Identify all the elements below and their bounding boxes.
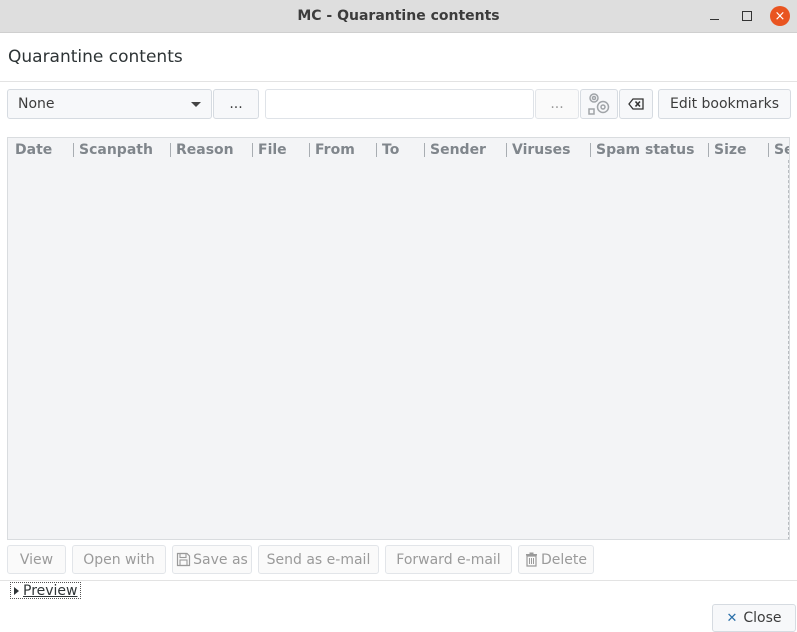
advanced-search-button[interactable] <box>580 89 618 119</box>
column-resize-guide <box>788 160 789 539</box>
divider <box>0 580 797 581</box>
column-header-from[interactable]: From <box>315 142 355 158</box>
chevron-down-icon <box>191 102 201 107</box>
column-separator[interactable] <box>73 143 74 157</box>
delete-label: Delete <box>541 551 587 568</box>
search-more-label: ... <box>550 96 564 112</box>
open-with-button[interactable]: Open with <box>72 545 166 574</box>
column-separator[interactable] <box>506 143 507 157</box>
send-as-email-button[interactable]: Send as e-mail <box>258 545 379 574</box>
search-more-button[interactable]: ... <box>535 89 579 119</box>
preview-expander[interactable]: Preview <box>10 582 81 599</box>
column-separator[interactable] <box>590 143 591 157</box>
column-separator[interactable] <box>309 143 310 157</box>
close-x-icon: ✕ <box>726 610 738 626</box>
search-input[interactable] <box>265 89 534 119</box>
window-title: MC - Quarantine contents <box>297 8 500 24</box>
view-label: View <box>19 551 54 568</box>
save-as-label: Save as <box>193 551 248 568</box>
column-header-scanpath[interactable]: Scanpath <box>79 142 153 158</box>
divider <box>0 81 797 82</box>
column-header-sender[interactable]: Sender <box>430 142 486 158</box>
maximize-button[interactable] <box>737 6 757 26</box>
window-close-button[interactable]: × <box>770 6 790 26</box>
filter-select-value: None <box>18 96 55 112</box>
clear-search-button[interactable] <box>619 89 653 119</box>
table-header: Date Scanpath Reason File From To Sender… <box>8 138 789 164</box>
delete-button[interactable]: Delete <box>518 545 594 574</box>
edit-bookmarks-button[interactable]: Edit bookmarks <box>658 89 791 119</box>
edit-bookmarks-label: Edit bookmarks <box>669 96 780 112</box>
column-separator[interactable] <box>424 143 425 157</box>
filter-more-label: ... <box>229 96 243 112</box>
title-bar: MC - Quarantine contents × <box>0 0 797 33</box>
maximize-icon <box>742 11 752 21</box>
column-separator[interactable] <box>376 143 377 157</box>
column-header-size[interactable]: Size <box>714 142 747 158</box>
minimize-button[interactable] <box>704 6 724 26</box>
save-icon <box>177 552 191 567</box>
backspace-icon <box>628 98 644 110</box>
close-label: Close <box>743 610 782 626</box>
column-header-viruses[interactable]: Viruses <box>512 142 570 158</box>
page-title: Quarantine contents <box>8 47 183 67</box>
column-header-to[interactable]: To <box>382 142 399 158</box>
preview-label: Preview <box>23 582 78 599</box>
column-separator[interactable] <box>252 143 253 157</box>
view-button[interactable]: View <box>7 545 66 574</box>
forward-email-label: Forward e-mail <box>396 551 501 568</box>
close-button[interactable]: ✕ Close <box>712 604 796 632</box>
expand-arrow-icon <box>14 586 19 595</box>
column-header-date[interactable]: Date <box>15 142 52 158</box>
open-with-label: Open with <box>83 551 155 568</box>
column-header-sender-truncated[interactable]: Se <box>774 142 789 158</box>
column-header-file[interactable]: File <box>258 142 287 158</box>
forward-email-button[interactable]: Forward e-mail <box>385 545 512 574</box>
column-header-reason[interactable]: Reason <box>176 142 234 158</box>
filter-more-button[interactable]: ... <box>213 89 259 119</box>
minimize-icon <box>709 18 719 20</box>
close-icon: × <box>774 8 786 24</box>
filter-select[interactable]: None <box>7 89 212 119</box>
quarantine-table[interactable]: Date Scanpath Reason File From To Sender… <box>7 137 790 540</box>
send-as-email-label: Send as e-mail <box>266 551 371 568</box>
gears-icon <box>588 93 610 115</box>
trash-icon <box>526 552 537 567</box>
column-separator[interactable] <box>708 143 709 157</box>
column-separator[interactable] <box>768 143 769 157</box>
save-as-button[interactable]: Save as <box>172 545 252 574</box>
column-separator[interactable] <box>170 143 171 157</box>
column-header-spam-status[interactable]: Spam status <box>596 142 694 158</box>
